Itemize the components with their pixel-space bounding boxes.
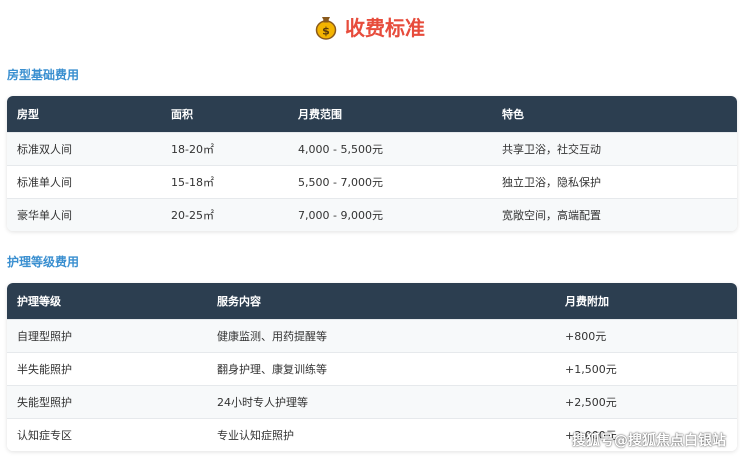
table-cell: 共享卫浴，社交互动 (502, 143, 601, 156)
page-title-text: 收费标准 (345, 16, 425, 40)
table-cell: 18-20㎡ (171, 143, 214, 156)
table-header: 护理等级 服务内容 月费附加 (7, 283, 737, 319)
column-header: 面积 (171, 108, 193, 121)
table-cell: 独立卫浴，隐私保护 (502, 176, 601, 189)
table-cell: +2,500元 (565, 396, 617, 409)
table-cell: 标准双人间 (17, 143, 72, 156)
table-cell: 4,000 - 5,500元 (298, 143, 383, 156)
room-section-title: 房型基础费用 (7, 68, 80, 82)
care-section-title: 护理等级费用 (7, 255, 80, 269)
column-header: 月费附加 (565, 295, 609, 308)
table-cell: 专业认知症照护 (217, 429, 294, 442)
column-header: 房型 (17, 108, 39, 121)
table-cell: 半失能照护 (17, 363, 72, 376)
table-cell: 豪华单人间 (17, 209, 72, 222)
table-row: 豪华单人间 20-25㎡ 7,000 - 9,000元 宽敞空间，高端配置 (7, 198, 737, 231)
column-header: 服务内容 (217, 295, 261, 308)
room-fee-table: 房型 面积 月费范围 特色 标准双人间 18-20㎡ 4,000 - 5,500… (7, 96, 737, 231)
table-cell: 20-25㎡ (171, 209, 214, 222)
table-cell: 翻身护理、康复训练等 (217, 363, 327, 376)
money-bag-icon: $ (315, 14, 337, 40)
table-cell: 健康监测、用药提醒等 (217, 330, 327, 343)
column-header: 护理等级 (17, 295, 61, 308)
table-cell: 认知症专区 (17, 429, 72, 442)
table-cell: 自理型照护 (17, 330, 72, 343)
table-row: 标准单人间 15-18㎡ 5,500 - 7,000元 独立卫浴，隐私保护 (7, 165, 737, 198)
svg-text:$: $ (322, 24, 330, 37)
table-row: 失能型照护 24小时专人护理等 +2,500元 (7, 385, 737, 418)
table-cell: 24小时专人护理等 (217, 396, 308, 409)
column-header: 月费范围 (298, 108, 342, 121)
care-fee-table: 护理等级 服务内容 月费附加 自理型照护 健康监测、用药提醒等 +800元 半失… (7, 283, 737, 451)
table-header: 房型 面积 月费范围 特色 (7, 96, 737, 132)
table-cell: 标准单人间 (17, 176, 72, 189)
table-cell: 7,000 - 9,000元 (298, 209, 383, 222)
table-cell: +800元 (565, 330, 607, 343)
table-cell: +1,500元 (565, 363, 617, 376)
table-cell: 5,500 - 7,000元 (298, 176, 383, 189)
table-cell: 15-18㎡ (171, 176, 214, 189)
watermark: 搜狐号@搜狐焦点白银站 (572, 433, 726, 449)
table-row: 自理型照护 健康监测、用药提醒等 +800元 (7, 319, 737, 352)
table-cell: 宽敞空间，高端配置 (502, 209, 601, 222)
table-cell: 失能型照护 (17, 396, 72, 409)
column-header: 特色 (502, 108, 524, 121)
table-row: 标准双人间 18-20㎡ 4,000 - 5,500元 共享卫浴，社交互动 (7, 132, 737, 165)
page-title: $ 收费标准 (0, 12, 740, 41)
table-row: 半失能照护 翻身护理、康复训练等 +1,500元 (7, 352, 737, 385)
